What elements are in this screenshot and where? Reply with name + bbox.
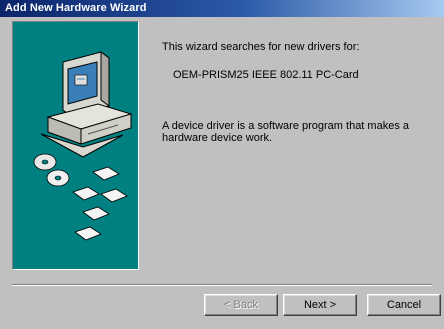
cancel-button[interactable]: Cancel — [367, 294, 441, 316]
title-bar[interactable]: Add New Hardware Wizard — [0, 0, 444, 17]
wizard-window: Add New Hardware Wizard This wizard sear… — [0, 0, 444, 329]
wizard-illustration — [12, 21, 139, 270]
intro-text: This wizard searches for new drivers for… — [162, 41, 360, 53]
description-text: A device driver is a software program th… — [162, 120, 409, 144]
back-button[interactable]: < Back — [204, 294, 278, 316]
floppy-disk-icon — [72, 166, 128, 241]
next-button[interactable]: Next > — [283, 294, 357, 316]
separator-line — [12, 284, 432, 286]
window-title: Add New Hardware Wizard — [5, 2, 147, 14]
device-name: OEM-PRISM25 IEEE 802.11 PC-Card — [173, 69, 359, 81]
